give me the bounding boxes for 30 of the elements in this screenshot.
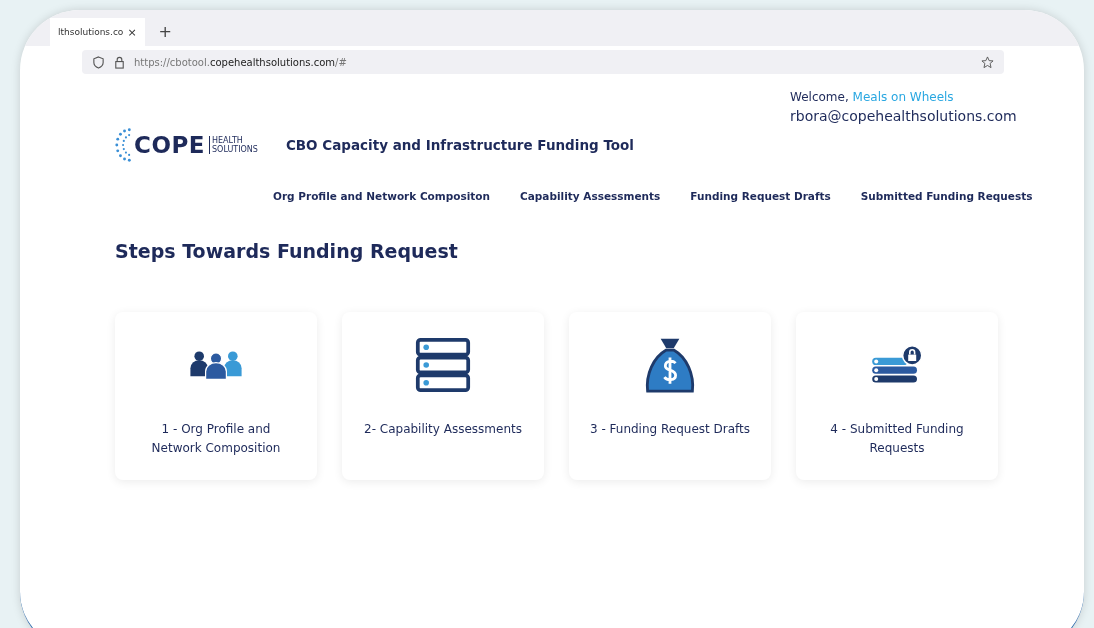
tab-title: lthsolutions.co xyxy=(58,27,124,37)
logo-subtext: HEALTH xyxy=(212,136,244,145)
server-icon xyxy=(415,336,471,394)
lock-icon xyxy=(113,55,126,69)
browser-tab[interactable]: lthsolutions.co × xyxy=(50,18,145,46)
close-tab-button[interactable]: × xyxy=(127,25,137,39)
step-card[interactable]: 4 - Submitted Funding Requests xyxy=(796,312,998,480)
welcome-text: Welcome, xyxy=(790,90,849,104)
card-label: 1 - Org Profile and Network Composition xyxy=(150,421,282,457)
new-tab-button[interactable]: + xyxy=(158,22,172,41)
step-card[interactable]: 1 - Org Profile and Network Composition xyxy=(115,312,317,480)
card-label: 2- Capability Assessments xyxy=(363,421,523,438)
nav-link[interactable]: Funding Request Drafts xyxy=(690,190,831,202)
card-label: 3 - Funding Request Drafts xyxy=(588,421,752,438)
url-text: https://cbotool.copehealthsolutions.com/# xyxy=(134,56,348,68)
nav-link[interactable]: Org Profile and Network Compositon xyxy=(273,190,491,202)
shield-icon xyxy=(92,55,105,69)
logo-subtext: SOLUTIONS xyxy=(212,145,258,154)
user-email: rbora@copehealthsolutions.com xyxy=(790,108,1014,124)
card-label: 4 - Submitted Funding Requests xyxy=(829,421,965,457)
logo-dots-icon xyxy=(115,128,132,162)
nav-link[interactable]: Capability Assessments xyxy=(520,190,661,202)
logo-text: COPE xyxy=(134,132,205,158)
nav-link[interactable]: Submitted Funding Requests xyxy=(860,190,1033,202)
star-icon[interactable] xyxy=(981,55,994,69)
step-card[interactable]: 3 - Funding Request Drafts xyxy=(569,312,771,480)
address-bar[interactable]: https://cbotool.copehealthsolutions.com/# xyxy=(82,50,1004,74)
step-card[interactable]: 2- Capability Assessments xyxy=(342,312,544,480)
page-heading: Steps Towards Funding Request xyxy=(115,240,459,262)
app-title: CBO Capacity and Infrastructure Funding Tool xyxy=(285,137,634,153)
